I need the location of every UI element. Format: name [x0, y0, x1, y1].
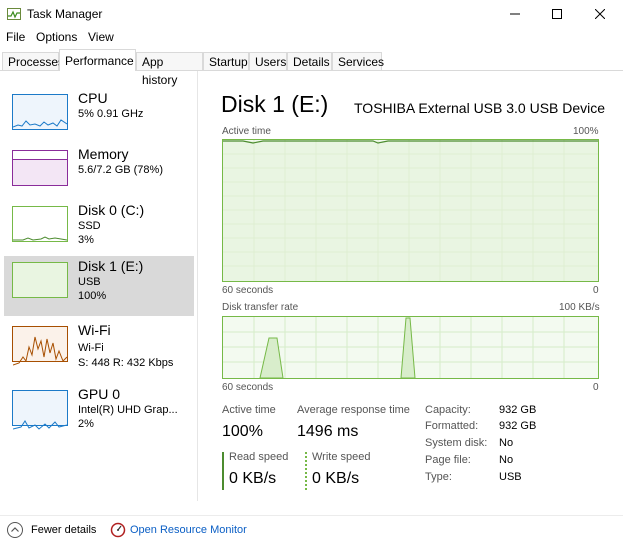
cpu-thumbnail-graph — [12, 94, 68, 130]
transfer-rate-graph-plot — [223, 317, 598, 378]
tab-users[interactable]: Users — [249, 52, 287, 70]
resource-monitor-icon — [110, 522, 126, 538]
device-model: TOSHIBA External USB 3.0 USB Device — [354, 100, 606, 116]
title-bar: Task Manager — [0, 0, 623, 28]
sidebar-value-disk0: 3% — [78, 234, 94, 246]
write-speed-label: Write speed — [312, 451, 371, 463]
sidebar-label-memory: Memory — [78, 146, 129, 162]
tab-services[interactable]: Services — [332, 52, 384, 70]
menu-file[interactable]: File — [6, 30, 25, 44]
disk0-thumbnail-graph — [12, 206, 68, 242]
read-speed-marker — [222, 452, 224, 490]
active-time-graph-min: 0 — [593, 285, 599, 296]
sidebar-label-disk1: Disk 1 (E:) — [78, 258, 144, 274]
minimize-icon — [510, 13, 520, 15]
window-title: Task Manager — [27, 7, 103, 21]
chevron-up-circle-icon[interactable] — [6, 521, 24, 539]
capacity-value: 932 GB — [499, 404, 537, 416]
sidebar-label-cpu: CPU — [78, 90, 108, 106]
sidebar-item-disk0[interactable]: Disk 0 (C:) SSD 3% — [4, 200, 194, 260]
write-speed-marker — [305, 452, 307, 490]
memory-thumbnail-graph — [12, 150, 68, 186]
transfer-rate-graph-min: 0 — [593, 382, 599, 393]
wifi-thumbnail-graph — [12, 326, 68, 366]
write-speed-value: 0 KB/s — [312, 470, 360, 487]
sidebar-value-memory: 5.6/7.2 GB (78%) — [78, 164, 163, 176]
task-manager-icon — [7, 8, 21, 20]
sidebar-type-gpu0: Intel(R) UHD Grap... — [78, 404, 178, 416]
transfer-rate-graph-timespan: 60 seconds — [222, 382, 274, 393]
type-label: Type: — [425, 471, 452, 483]
sidebar-value-gpu0: 2% — [78, 418, 94, 430]
active-time-graph — [222, 139, 599, 282]
sidebar-value-disk1: 100% — [78, 290, 107, 302]
maximize-button[interactable] — [534, 0, 580, 28]
system-disk-value: No — [499, 437, 514, 449]
active-time-value: 100% — [222, 423, 263, 440]
tab-app-history[interactable]: App history — [136, 52, 203, 87]
system-disk-label: System disk: — [425, 437, 488, 449]
transfer-rate-graph-label: Disk transfer rate — [222, 302, 299, 313]
menu-options[interactable]: Options — [36, 30, 77, 44]
gpu-thumbnail-graph — [12, 390, 68, 430]
sidebar-item-wifi[interactable]: Wi-Fi Wi-Fi S: 448 R: 432 Kbps — [4, 320, 194, 380]
sidebar-item-gpu0[interactable]: GPU 0 Intel(R) UHD Grap... 2% — [4, 384, 194, 444]
active-time-graph-timespan: 60 seconds — [222, 285, 274, 296]
page-title: Disk 1 (E:) — [221, 91, 329, 117]
transfer-rate-graph-max: 100 KB/s — [559, 302, 600, 313]
sidebar-item-disk1[interactable]: Disk 1 (E:) USB 100% — [4, 256, 194, 316]
footer-divider — [0, 515, 623, 516]
transfer-rate-graph — [222, 316, 599, 379]
sidebar-label-disk0: Disk 0 (C:) — [78, 202, 145, 218]
fewer-details-link[interactable]: Fewer details — [31, 524, 96, 536]
page-file-label: Page file: — [425, 454, 471, 466]
sidebar-label-wifi: Wi-Fi — [78, 322, 111, 338]
active-time-graph-max: 100% — [573, 126, 599, 137]
sidebar-divider — [197, 71, 198, 501]
tab-details[interactable]: Details — [287, 52, 332, 70]
minimize-button[interactable] — [492, 0, 538, 28]
open-resource-monitor-link[interactable]: Open Resource Monitor — [130, 524, 247, 536]
maximize-icon — [552, 9, 562, 19]
read-speed-value: 0 KB/s — [229, 470, 277, 487]
capacity-label: Capacity: — [425, 404, 471, 416]
formatted-value: 932 GB — [499, 420, 537, 432]
active-time-graph-plot — [223, 140, 598, 281]
avg-response-label: Average response time — [297, 404, 410, 416]
tab-processes[interactable]: Processes — [2, 52, 64, 70]
sidebar-type-wifi: Wi-Fi — [78, 342, 104, 354]
avg-response-value: 1496 ms — [297, 423, 359, 440]
close-icon — [595, 9, 605, 19]
disk1-thumbnail-graph — [12, 262, 68, 298]
sidebar-label-gpu0: GPU 0 — [78, 386, 121, 402]
active-time-label: Active time — [222, 404, 276, 416]
sidebar-item-cpu[interactable]: CPU 5% 0.91 GHz — [4, 88, 194, 148]
sidebar-item-memory[interactable]: Memory 5.6/7.2 GB (78%) — [4, 144, 194, 204]
type-value: USB — [499, 471, 522, 483]
formatted-label: Formatted: — [425, 420, 479, 432]
active-time-graph-label: Active time — [222, 126, 271, 137]
sidebar-value-cpu: 5% 0.91 GHz — [78, 108, 144, 120]
close-button[interactable] — [577, 0, 623, 28]
menu-view[interactable]: View — [88, 30, 114, 44]
sidebar-value-wifi: S: 448 R: 432 Kbps — [78, 357, 174, 369]
tab-performance[interactable]: Performance — [59, 49, 136, 71]
read-speed-label: Read speed — [229, 451, 289, 463]
sidebar-type-disk1: USB — [78, 276, 101, 288]
page-file-value: No — [499, 454, 514, 466]
tab-startup[interactable]: Startup — [203, 52, 249, 70]
sidebar-type-disk0: SSD — [78, 220, 101, 232]
